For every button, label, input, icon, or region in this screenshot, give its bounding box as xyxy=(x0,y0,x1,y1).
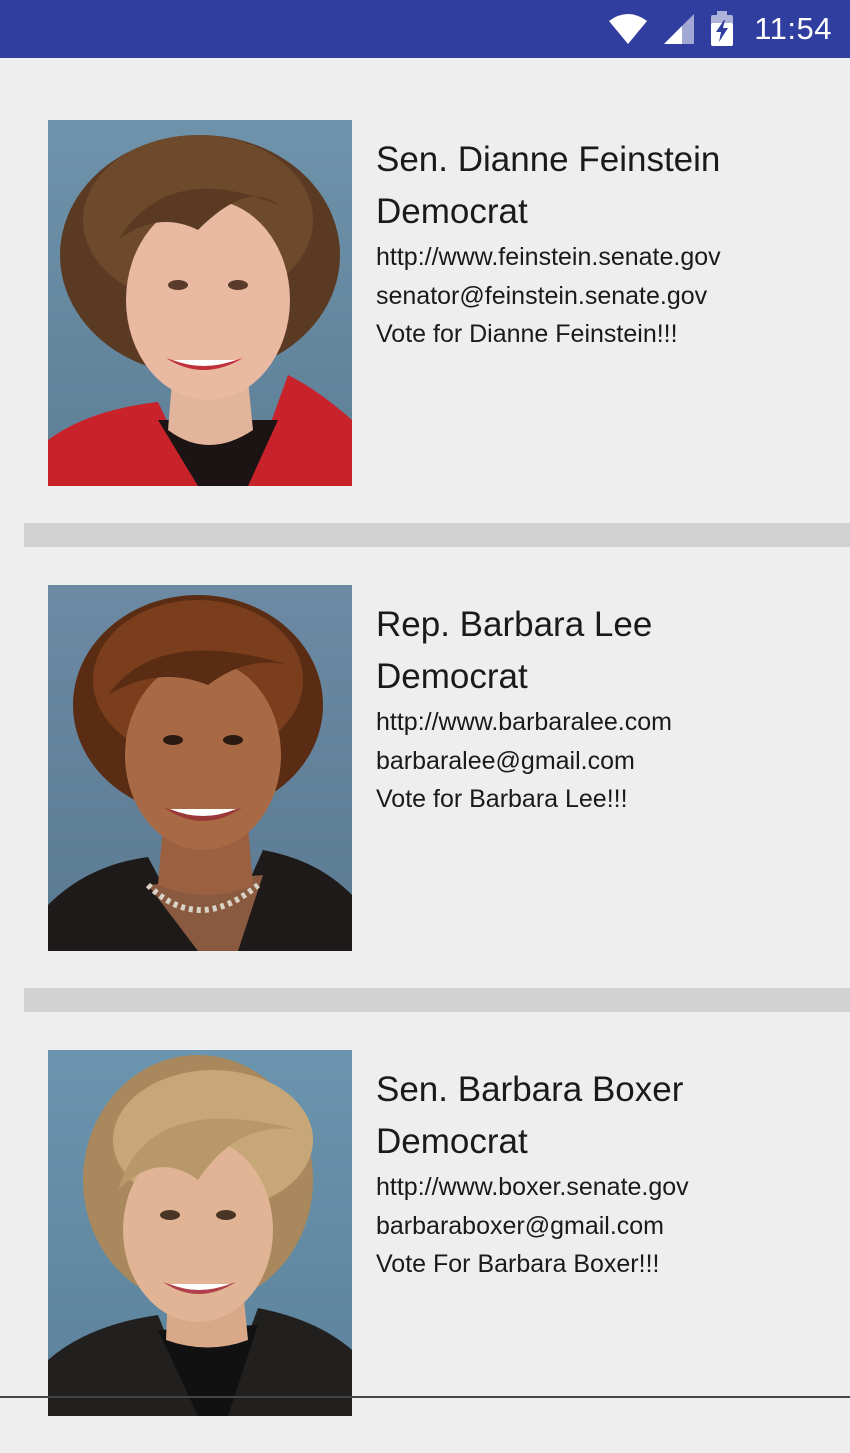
representative-photo xyxy=(48,120,352,486)
representative-slogan: Vote for Barbara Lee!!! xyxy=(376,785,628,813)
status-icons: 11:54 xyxy=(608,0,832,58)
representative-email[interactable]: barbaraboxer@gmail.com xyxy=(376,1207,836,1246)
representative-photo xyxy=(48,585,352,951)
representative-slogan: Vote For Barbara Boxer!!! xyxy=(376,1250,660,1278)
representative-name: Rep. Barbara Lee xyxy=(376,605,653,644)
representative-website[interactable]: http://www.feinstein.senate.gov xyxy=(376,238,836,277)
representative-card[interactable]: Sen. Dianne Feinstein Democrat http://ww… xyxy=(0,58,850,547)
representative-slogan: Vote for Dianne Feinstein!!! xyxy=(376,320,678,348)
representative-info: Rep. Barbara Lee Democrat http://www.bar… xyxy=(376,599,836,819)
representative-card[interactable]: Rep. Barbara Lee Democrat http://www.bar… xyxy=(0,523,850,1012)
status-time: 11:54 xyxy=(754,11,832,46)
representative-name: Sen. Barbara Boxer xyxy=(376,1070,684,1109)
representative-email[interactable]: senator@feinstein.senate.gov xyxy=(376,277,836,316)
representative-website[interactable]: http://www.boxer.senate.gov xyxy=(376,1168,836,1207)
representative-card[interactable]: Sen. Barbara Boxer Democrat http://www.b… xyxy=(0,988,850,1453)
battery-charging-icon xyxy=(710,11,734,47)
wifi-icon xyxy=(608,13,648,45)
representative-party: Democrat xyxy=(376,657,528,696)
status-bar: 11:54 xyxy=(0,0,850,58)
representative-info: Sen. Dianne Feinstein Democrat http://ww… xyxy=(376,134,836,354)
cell-signal-icon xyxy=(662,13,696,45)
representative-email[interactable]: barbaralee@gmail.com xyxy=(376,742,836,781)
representative-website[interactable]: http://www.barbaralee.com xyxy=(376,703,836,742)
representative-party: Democrat xyxy=(376,1122,528,1161)
representative-party: Democrat xyxy=(376,192,528,231)
representative-info: Sen. Barbara Boxer Democrat http://www.b… xyxy=(376,1064,836,1284)
representative-photo xyxy=(48,1050,352,1416)
representative-name: Sen. Dianne Feinstein xyxy=(376,140,721,179)
